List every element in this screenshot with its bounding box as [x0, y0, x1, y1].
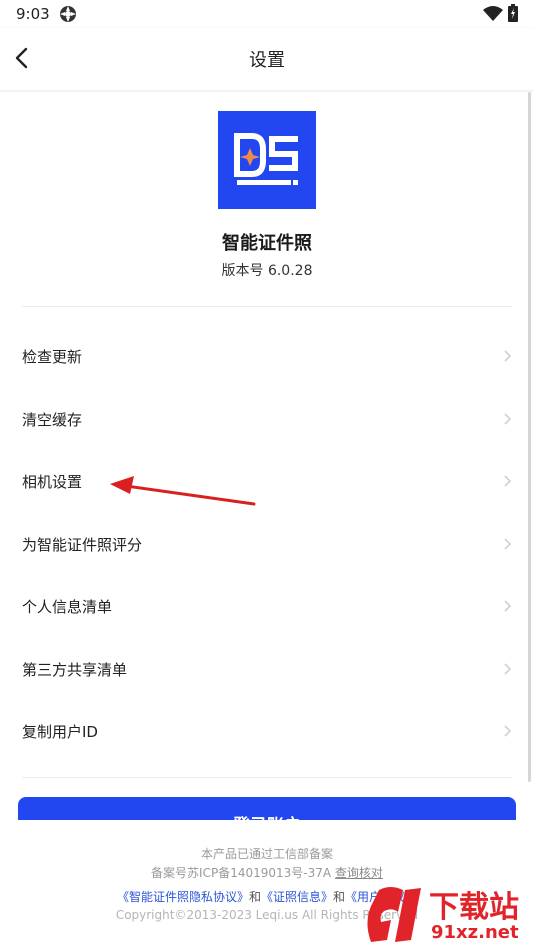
watermark-text: 下载站 [429, 890, 519, 925]
settings-item-third-party[interactable]: 第三方共享清单 [0, 638, 534, 701]
footer-and: 和 [333, 890, 346, 904]
annotation-arrow [110, 476, 256, 506]
settings-list: 检查更新 清空缓存 相机设置 为智能证件照评分 个人信息清单 第三方共享清单 复… [0, 325, 534, 763]
settings-item-copy-user-id[interactable]: 复制用户ID [0, 700, 534, 763]
settings-item-personal-info[interactable]: 个人信息清单 [0, 575, 534, 638]
settings-item-camera[interactable]: 相机设置 [0, 450, 534, 513]
chevron-right-icon [504, 725, 512, 737]
page-title: 设置 [249, 50, 285, 71]
settings-item-rate-app[interactable]: 为智能证件照评分 [0, 513, 534, 576]
app-status-icon [60, 6, 76, 22]
footer-record-line: 备案号苏ICP备14019013号-37A 查询核对 [0, 864, 534, 881]
watermark: 下载站 91xz.net [365, 882, 530, 948]
watermark-logo [367, 887, 421, 942]
chevron-right-icon [504, 537, 512, 550]
verify-link[interactable]: 查询核对 [335, 866, 383, 880]
app-logo [218, 111, 316, 209]
chevron-right-icon [504, 350, 512, 362]
settings-item-label: 相机设置 [22, 473, 83, 491]
app-logo-icon [234, 133, 298, 185]
navigation-bar: 设置 [0, 28, 534, 90]
chevron-right-icon [504, 475, 512, 487]
settings-item-label: 为智能证件照评分 [22, 535, 143, 554]
settings-item-label: 个人信息清单 [22, 598, 113, 616]
settings-item-label: 清空缓存 [22, 410, 83, 429]
footer-filing-note: 本产品已通过工信部备案 [200, 847, 333, 861]
app-version: 版本号 6.0.28 [221, 263, 313, 279]
chevron-right-icon [504, 662, 512, 675]
status-bar: 9:03 [0, 0, 534, 28]
watermark-url: 91xz.net [431, 922, 519, 943]
settings-item-clear-cache[interactable]: 清空缓存 [0, 388, 534, 451]
settings-item-label: 第三方共享清单 [22, 660, 128, 679]
privacy-policy-link[interactable]: 《智能证件照隐私协议》 [117, 890, 249, 904]
divider-top [22, 306, 512, 307]
settings-item-label: 检查更新 [22, 348, 83, 366]
wifi-icon [483, 6, 503, 21]
settings-item-check-update[interactable]: 检查更新 [0, 325, 534, 388]
chevron-right-icon [504, 600, 512, 612]
chevron-right-icon [504, 412, 512, 425]
status-time: 9:03 [16, 5, 50, 23]
app-name: 智能证件照 [222, 233, 312, 254]
divider-bottom [22, 777, 512, 778]
settings-item-label: 复制用户ID [22, 723, 98, 741]
footer-and: 和 [248, 890, 261, 904]
battery-icon [508, 4, 518, 22]
footer-record-number: 备案号苏ICP备14019013号-37A [151, 866, 332, 880]
license-info-link[interactable]: 《证照信息》 [261, 890, 333, 904]
